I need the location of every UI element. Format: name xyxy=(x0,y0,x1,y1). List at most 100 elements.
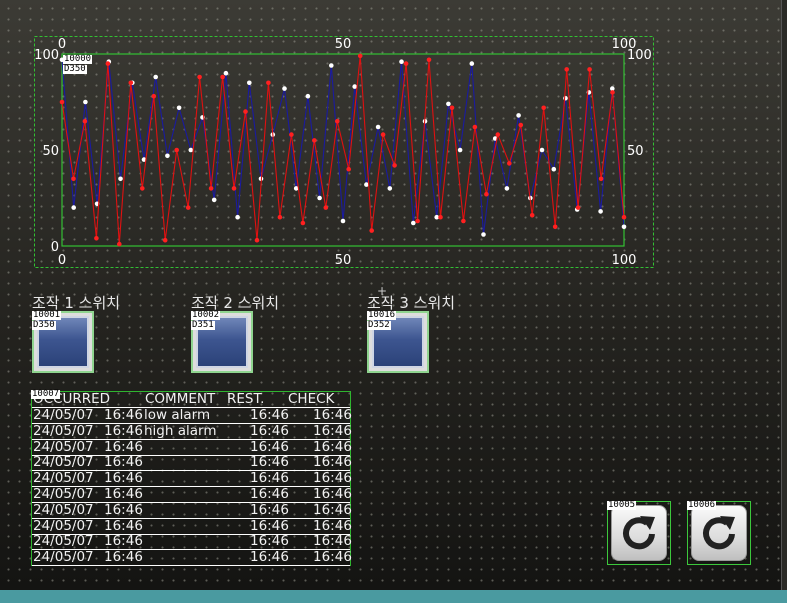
alarm-time: 16:46 xyxy=(104,454,143,471)
reset-icon xyxy=(703,516,735,550)
bottom-axis-tick-label: 0 xyxy=(58,253,66,268)
trend-series-1-point xyxy=(411,220,416,226)
trend-series-2-point xyxy=(71,176,76,182)
alarm-row[interactable]: 24/05/07 16:46 16:46 16:46 xyxy=(32,517,352,535)
trend-series-2-point xyxy=(220,74,225,80)
alarm-rest-time: 16:46 xyxy=(250,501,289,518)
trend-series-1-point xyxy=(188,147,194,153)
alarm-row[interactable]: 24/05/07 16:46 16:46 16:46 xyxy=(32,533,352,551)
trend-series-1-point xyxy=(247,80,252,86)
alarm-time: 16:46 xyxy=(104,517,143,534)
trend-series-2-point xyxy=(552,224,558,230)
alarm-header-row: OCCURRED COMMENT REST. CHECK xyxy=(32,392,350,408)
alarm-date: 24/05/07 xyxy=(33,454,94,471)
alarm-check-time: 16:46 xyxy=(313,454,352,471)
alarm-row[interactable]: 24/05/07 16:46 high alarm 16:46 16:46 xyxy=(32,422,352,440)
trend-series-2-point xyxy=(587,67,592,72)
trend-series-2-point xyxy=(94,236,99,241)
alarm-rest-time: 16:46 xyxy=(250,438,289,455)
trend-series-1-point xyxy=(71,205,76,210)
crosshair-cursor-icon: + xyxy=(377,284,388,298)
trend-series-1-point xyxy=(504,186,510,191)
alarm-check-time: 16:46 xyxy=(313,549,352,566)
trend-series-1-point xyxy=(352,84,358,89)
alarm-row[interactable]: 24/05/07 16:46 low alarm 16:46 16:46 xyxy=(32,407,352,424)
trend-series-1-point xyxy=(387,186,393,191)
hmi-screen: 0 50 100 0 50 100 100 50 0 100 50 10000 D350 조작 1 … xyxy=(0,0,781,590)
alarm-date: 24/05/07 xyxy=(33,407,94,423)
right-axis-tick-label: 50 xyxy=(627,144,644,159)
trend-series-2-point xyxy=(403,61,409,66)
trend-series-1-point xyxy=(446,101,451,107)
alarm-time: 16:46 xyxy=(104,438,143,455)
trend-series-2-point xyxy=(392,163,397,168)
trend-series-2-point xyxy=(277,214,283,220)
reset-button-1[interactable] xyxy=(607,501,671,565)
trend-series-2-point xyxy=(140,186,145,191)
trend-series-2-point xyxy=(346,166,352,172)
alarm-date: 24/05/07 xyxy=(33,533,94,550)
alarm-row[interactable]: 24/05/07 16:46 16:46 16:46 xyxy=(32,454,352,472)
alarm-row[interactable]: 24/05/07 16:46 16:46 16:46 xyxy=(32,471,352,488)
trend-series-1-point xyxy=(223,70,229,76)
header-comment: COMMENT xyxy=(145,391,216,407)
trend-series-2-point xyxy=(162,237,168,243)
left-axis-tick-label: 100 xyxy=(34,48,59,63)
trend-series-2-point xyxy=(461,218,466,224)
trend-series-2-point xyxy=(529,213,535,218)
trend-series-1-point xyxy=(621,224,627,230)
alarm-history-table[interactable]: OCCURRED COMMENT REST. CHECK 24/05/07 16:… xyxy=(31,391,352,567)
trend-series-1-point xyxy=(481,232,486,237)
trend-series-2-point xyxy=(541,105,546,111)
alarm-row[interactable]: 24/05/07 16:46 16:46 16:46 xyxy=(32,501,352,519)
trend-series-2-point xyxy=(335,118,340,124)
trend-series-2-point xyxy=(369,228,375,233)
trend-series-2-point xyxy=(59,99,65,105)
bottom-axis-tick-label: 100 xyxy=(612,253,637,268)
alarm-rest-time: 16:46 xyxy=(250,533,289,550)
alarm-check-time: 16:46 xyxy=(313,533,352,550)
top-axis-tick-label: 50 xyxy=(335,37,352,52)
alarm-time: 16:46 xyxy=(104,533,143,550)
trend-series-2-point xyxy=(564,67,569,72)
trend-series-1-point xyxy=(118,176,123,182)
alarm-check-time: 16:46 xyxy=(313,517,352,534)
alarm-tag-id: 10007 xyxy=(31,389,61,399)
alarm-rest-time: 16:46 xyxy=(250,486,289,502)
trend-series-1-point xyxy=(598,209,603,214)
trend-series-2-point xyxy=(312,138,317,143)
trend-series-2-point xyxy=(449,105,455,111)
alarm-time: 16:46 xyxy=(104,549,143,566)
alarm-comment: low alarm xyxy=(144,407,211,423)
trend-series-2-point xyxy=(415,218,420,224)
alarm-row[interactable]: 24/05/07 16:46 16:46 16:46 xyxy=(32,549,352,567)
switch-3-tag-id: 10016 xyxy=(367,310,397,320)
switch-3-tag-addr: D352 xyxy=(367,320,391,330)
trend-series-2-point xyxy=(117,241,122,247)
trend-series-2-point xyxy=(621,214,627,220)
alarm-check-time: 16:46 xyxy=(313,486,352,502)
trend-series-2-point xyxy=(426,57,432,63)
trend-series-2-point xyxy=(300,220,306,226)
alarm-check-time: 16:46 xyxy=(313,422,352,439)
reset-button-2[interactable] xyxy=(687,501,751,565)
switch-2-tag-id: 10002 xyxy=(191,310,221,320)
alarm-comment: high alarm xyxy=(144,422,217,439)
alarm-rest-time: 16:46 xyxy=(250,549,289,566)
trend-series-1-point xyxy=(83,99,88,105)
trend-series-2-point xyxy=(266,80,271,86)
trend-series-2-point xyxy=(197,74,202,80)
left-axis-tick-label: 50 xyxy=(42,144,59,159)
trend-series-1-point xyxy=(317,195,322,201)
trend-series-2-point xyxy=(151,93,157,99)
reset-icon xyxy=(623,516,655,550)
reset-button-1-face xyxy=(611,505,667,561)
alarm-row[interactable]: 24/05/07 16:46 16:46 16:46 xyxy=(32,486,352,503)
alarm-row[interactable]: 24/05/07 16:46 16:46 16:46 xyxy=(32,438,352,456)
trend-series-1-point xyxy=(516,113,521,118)
alarm-rest-time: 16:46 xyxy=(250,422,289,439)
trend-series-1-point xyxy=(563,95,568,101)
trend-series-2-point xyxy=(472,124,478,130)
trend-series-2-point xyxy=(208,186,214,191)
trend-series-2-point xyxy=(243,109,248,114)
